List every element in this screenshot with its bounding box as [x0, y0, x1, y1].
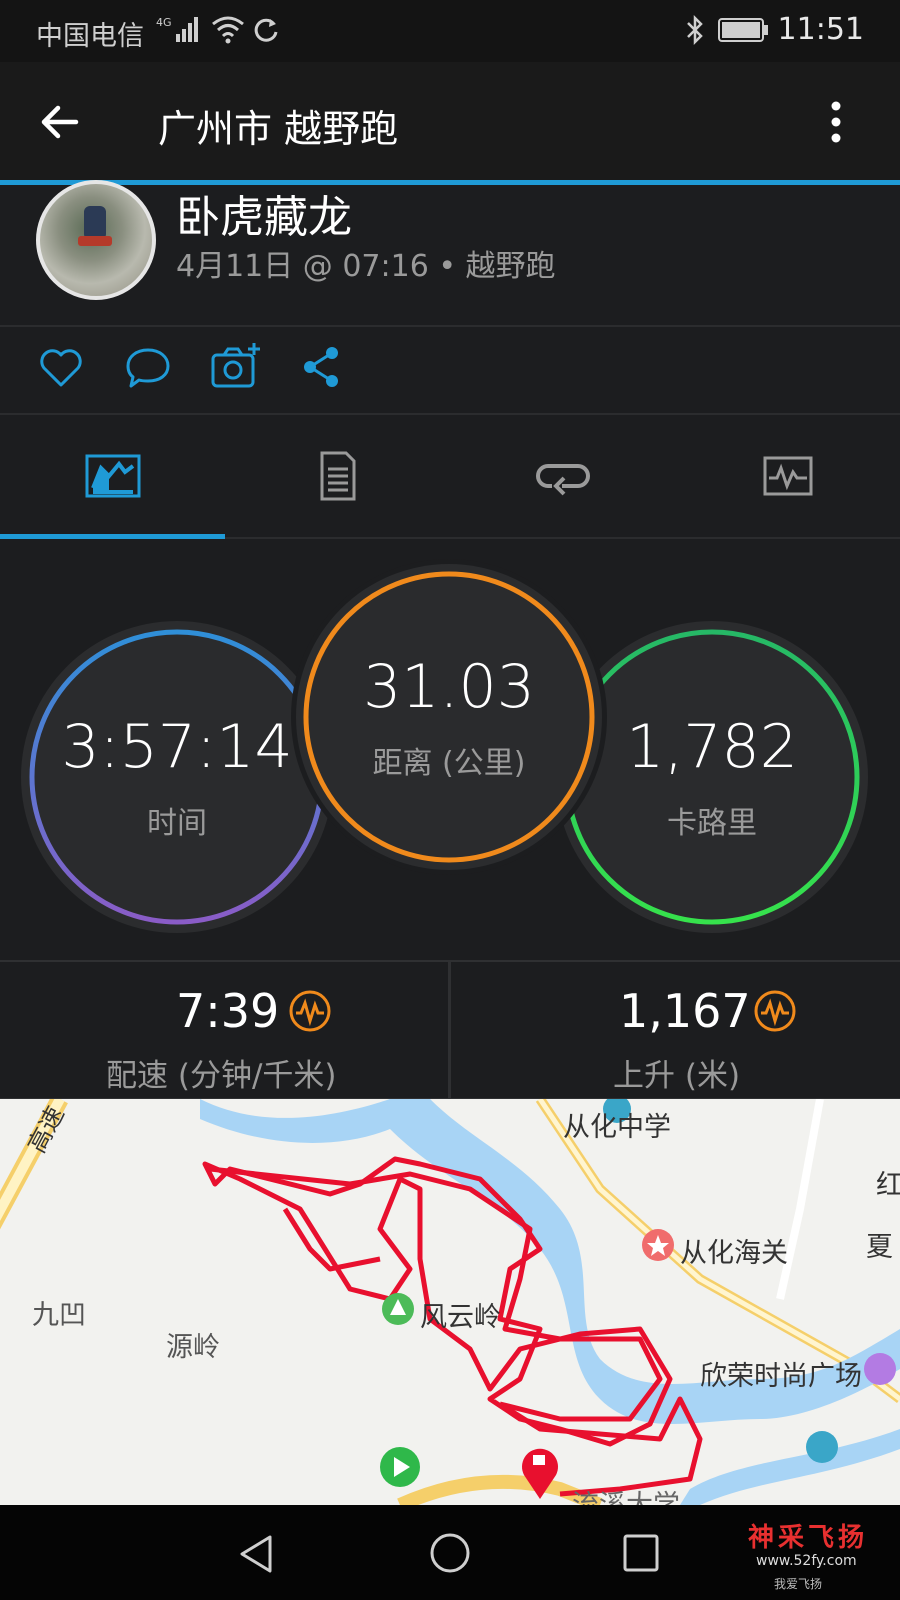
map-label-school: 从化中学	[563, 1112, 671, 1143]
route-map[interactable]: 高速 从化中学 从化海关 九凹 源岭 风云岭 欣荣时尚广场 红 夏 流溪大学	[0, 1099, 900, 1505]
laps-icon	[535, 464, 590, 496]
back-arrow-icon[interactable]	[38, 100, 82, 144]
distance-label: 距离 (公里)	[372, 746, 526, 781]
pace-value: 7:39	[176, 984, 280, 1038]
svg-text:4G: 4G	[156, 16, 172, 29]
tab-laps[interactable]	[450, 415, 675, 537]
system-nav-bar: 神采飞扬 www.52fy.com 我爱飞扬	[0, 1505, 900, 1600]
share-icon[interactable]	[302, 345, 342, 389]
map-label-jiuao: 九凹	[32, 1300, 86, 1331]
watermark: 神采飞扬 www.52fy.com 我爱飞扬	[728, 1517, 898, 1597]
wifi-icon	[212, 16, 244, 44]
time-label: 时间	[147, 806, 207, 841]
map-label-edge3: 流溪大学	[572, 1483, 680, 1505]
pace-performance-icon[interactable]	[288, 989, 332, 1033]
map-label-yuanling: 源岭	[166, 1332, 220, 1363]
sync-icon	[254, 18, 278, 42]
comment-icon[interactable]	[124, 345, 172, 391]
distance-value: 31.03	[363, 652, 535, 722]
action-row	[0, 327, 900, 415]
map-label-mall: 欣荣时尚广场	[700, 1361, 862, 1392]
calories-value: 1,782	[626, 712, 798, 782]
add-photo-icon[interactable]	[210, 341, 262, 391]
chart-icon	[763, 456, 812, 496]
clock-label: 11:51	[777, 12, 864, 47]
pace-stat: 7:39 配速 (分钟/千米)	[0, 962, 451, 1098]
tab-charts[interactable]	[675, 415, 900, 537]
avatar[interactable]	[36, 180, 156, 300]
bluetooth-icon	[687, 14, 703, 46]
watermark-title: 神采飞扬	[748, 1523, 869, 1553]
distance-stat: 31.03 距离 (公里)	[304, 572, 594, 862]
pace-label: 配速 (分钟/千米)	[106, 1058, 337, 1094]
calories-label: 卡路里	[667, 806, 757, 841]
tab-bar	[0, 415, 900, 539]
map-label-fengyunling: 风云岭	[420, 1302, 501, 1333]
nav-recents-icon[interactable]	[622, 1533, 660, 1573]
signal-icon: 4G	[156, 16, 198, 42]
tab-stats[interactable]	[0, 415, 225, 539]
map-label-customs: 从化海关	[680, 1238, 788, 1269]
watermark-url: www.52fy.com	[756, 1553, 857, 1569]
activity-header: 卧虎藏龙 4月11日 @ 07:16 • 越野跑	[0, 180, 900, 327]
nav-home-icon[interactable]	[428, 1531, 472, 1575]
map-label-edge2: 夏	[866, 1232, 893, 1263]
battery-icon	[718, 18, 768, 42]
app-bar: 广州市 越野跑	[0, 62, 900, 180]
stats-tab-icon	[85, 454, 140, 498]
activity-meta: 4月11日 @ 07:16 • 越野跑	[176, 249, 556, 284]
map-label-edge1: 红	[876, 1170, 900, 1201]
nav-back-icon[interactable]	[236, 1533, 276, 1575]
user-name[interactable]: 卧虎藏龙	[176, 181, 352, 245]
ascent-label: 上升 (米)	[613, 1058, 741, 1094]
more-options-icon[interactable]	[826, 100, 846, 144]
watermark-sub: 我爱飞扬	[774, 1577, 823, 1591]
heart-icon[interactable]	[38, 347, 84, 389]
time-value: 3:57:14	[61, 712, 293, 782]
stats-panel: 3:57:14 时间 31.03 距离 (公里) 1,782 卡路里	[0, 539, 900, 959]
carrier-label: 中国电信	[36, 21, 144, 52]
time-stat: 3:57:14 时间	[32, 632, 322, 922]
status-bar: 中国电信 4G 11:51	[0, 0, 900, 62]
calories-stat: 1,782 卡路里	[567, 632, 857, 922]
ascent-value: 1,167	[619, 984, 751, 1038]
ascent-performance-icon[interactable]	[753, 989, 797, 1033]
page-title: 广州市 越野跑	[158, 107, 399, 151]
document-icon	[320, 451, 355, 501]
secondary-stats: 7:39 配速 (分钟/千米) 1,167 上升 (米)	[0, 960, 900, 1101]
ascent-stat: 1,167 上升 (米)	[451, 962, 900, 1098]
tab-details[interactable]	[225, 415, 450, 537]
